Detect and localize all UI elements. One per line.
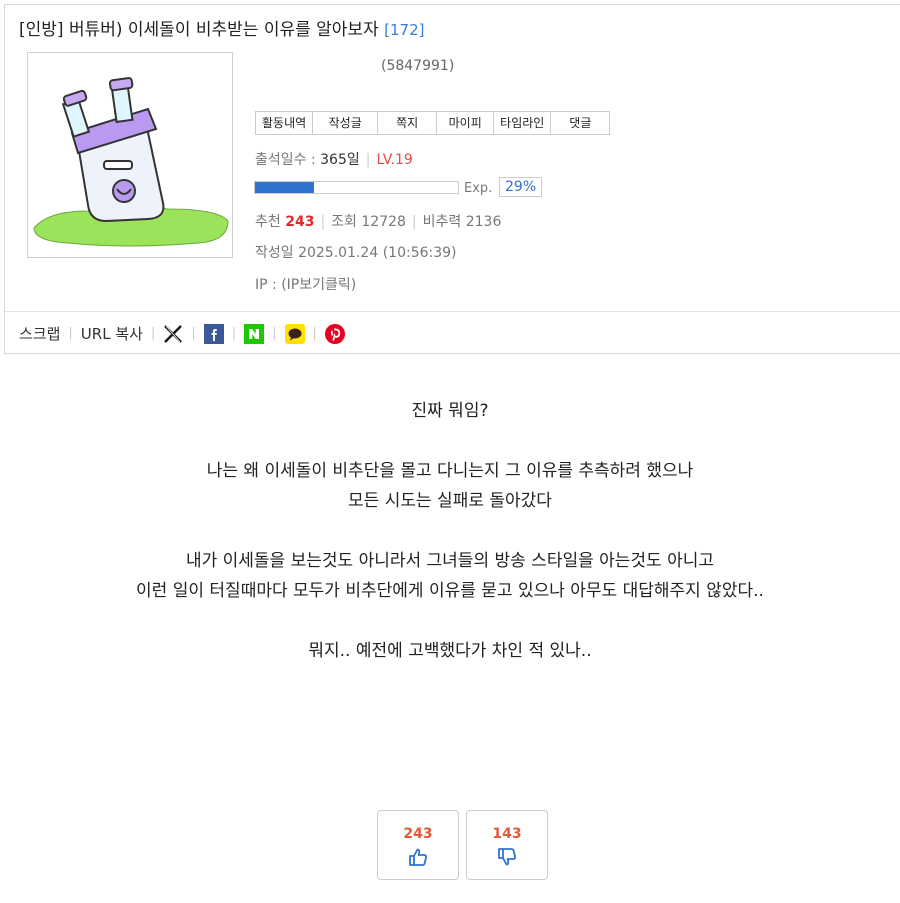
menu-message[interactable]: 쪽지 [378,112,438,134]
downvote-button[interactable]: 143 [466,810,548,880]
share-bar: 스크랩 | URL 복사 | | | | | [19,323,345,344]
exp-progress-fill [255,182,314,193]
post-content: 진짜 뭐임? 나는 왜 이세돌이 비추단을 몰고 다니는지 그 이유를 추측하려… [0,396,900,666]
facebook-icon[interactable] [203,323,224,344]
content-line: 모든 시도는 실패로 돌아갔다 [348,491,552,511]
ip-link[interactable]: IP : (IP보기클릭) [255,274,356,294]
upvote-count: 243 [403,826,433,842]
user-id: (5847991) [381,58,455,74]
divider [5,311,900,312]
url-copy-button[interactable]: URL 복사 [81,323,143,344]
menu-mypi[interactable]: 마이피 [437,112,495,134]
menu-posts[interactable]: 작성글 [313,112,379,134]
exp-progress-bar [254,181,459,194]
upvote-button[interactable]: 243 [377,810,459,880]
content-line: 나는 왜 이세돌이 비추단을 몰고 다니는지 그 이유를 추측하려 했으나 [206,461,694,481]
recommend-label: 추천 [255,214,286,230]
level-badge: LV.19 [376,152,413,168]
post-header: [인방] 버튜버) 이세돌이 비추받는 이유를 알아보자 [172] (5847… [4,4,900,354]
view-count: 조회 12728 [331,214,406,230]
post-title: [인방] 버튜버) 이세돌이 비추받는 이유를 알아보자 [172] [19,15,424,40]
profile-menu: 활동내역 작성글 쪽지 마이피 타임라인 댓글 [255,111,611,135]
content-line: 뭐지.. 예전에 고백했다가 차인 적 있나.. [308,641,592,661]
recommend-count: 243 [285,214,315,230]
exp-percent: 29% [499,177,543,197]
avatar [27,52,233,258]
menu-activity[interactable]: 활동내역 [256,112,314,134]
post-title-text: [인방] 버튜버) 이세돌이 비추받는 이유를 알아보자 [19,20,379,40]
scrap-button[interactable]: 스크랩 [19,323,60,344]
content-line: 내가 이세돌을 보는것도 아니라서 그녀들의 방송 스타일을 아는것도 아니고 [185,551,715,571]
content-line: 진짜 뭐임? [411,401,489,421]
attendance-label: 출석일수 : [255,152,321,168]
downvote-count: 143 [492,826,522,842]
menu-timeline[interactable]: 타임라인 [494,112,552,134]
menu-comments[interactable]: 댓글 [551,112,609,134]
thumbs-up-icon [409,848,427,866]
thumbs-down-icon [498,848,516,866]
content-line: 이런 일이 터질때마다 모두가 비추단에게 이유를 묻고 있으나 아무도 대답해… [136,581,764,601]
naver-icon[interactable] [244,323,265,344]
attendance-value: 365일 [320,152,360,168]
exp-label: Exp. [464,181,493,196]
kakaotalk-icon[interactable] [284,323,305,344]
x-icon[interactable] [163,324,183,344]
avatar-image [33,77,229,247]
comment-count[interactable]: [172] [384,21,424,39]
unrecommend-ratio: 비추력 2136 [422,214,502,230]
post-date: 작성일 2025.01.24 (10:56:39) [255,245,457,261]
stats-row: 추천 243 | 조회 12728 | 비추력 2136 [255,214,502,230]
pinterest-icon[interactable] [324,323,345,344]
attendance-row: 출석일수 : 365일 | LV.19 [255,152,413,168]
